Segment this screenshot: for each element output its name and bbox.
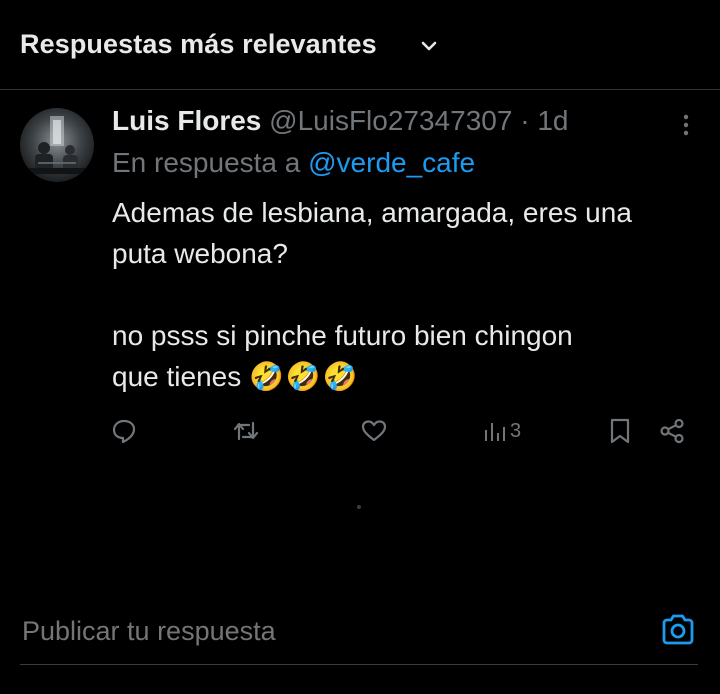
tweet-text: Ademas de lesbiana, amargada, eres una p… bbox=[112, 192, 702, 397]
reply-icon[interactable] bbox=[110, 417, 138, 445]
bookmark-button[interactable] bbox=[608, 416, 632, 446]
views-count: 3 bbox=[510, 419, 522, 442]
reply-button[interactable] bbox=[110, 416, 138, 446]
tweet-text-line: no psss si pinche futuro bien chingon bbox=[112, 320, 573, 351]
reply-prefix: En respuesta a bbox=[112, 147, 301, 178]
tweet-header: Luis Flores @LuisFlo27347307 · 1d bbox=[112, 103, 568, 139]
views-icon[interactable] bbox=[483, 417, 507, 445]
reply-sort-header[interactable]: Respuestas más relevantes bbox=[0, 0, 720, 90]
heart-icon[interactable] bbox=[360, 417, 388, 445]
like-button[interactable] bbox=[360, 416, 388, 446]
laughing-emoji-icon: 🤣🤣🤣 bbox=[249, 361, 360, 392]
author-handle[interactable]: @LuisFlo27347307 bbox=[269, 105, 512, 136]
tweet-text-fragment: que tienes bbox=[112, 361, 242, 392]
reply-input[interactable] bbox=[20, 615, 624, 648]
more-options-icon[interactable] bbox=[676, 110, 696, 140]
reply-context: En respuesta a @verde_cafe bbox=[112, 145, 475, 181]
composer-underline bbox=[20, 664, 698, 665]
tweet-text-line: puta webona? bbox=[112, 238, 288, 269]
retweet-button[interactable] bbox=[231, 416, 261, 446]
loading-indicator bbox=[357, 505, 361, 509]
bookmark-icon[interactable] bbox=[608, 417, 632, 445]
chevron-down-icon[interactable] bbox=[419, 36, 439, 56]
retweet-icon[interactable] bbox=[231, 417, 261, 445]
views-button[interactable]: 3 bbox=[483, 416, 521, 446]
avatar[interactable] bbox=[20, 108, 94, 182]
share-button[interactable] bbox=[658, 416, 686, 446]
separator-dot: · bbox=[520, 105, 530, 136]
camera-icon[interactable] bbox=[660, 612, 696, 648]
author-name[interactable]: Luis Flores bbox=[112, 105, 261, 136]
timestamp[interactable]: 1d bbox=[537, 105, 568, 136]
share-icon[interactable] bbox=[658, 417, 686, 445]
tweet-text-line: que tienes 🤣🤣🤣 bbox=[112, 356, 702, 397]
sort-label[interactable]: Respuestas más relevantes bbox=[20, 29, 377, 60]
tweet-text-line: Ademas de lesbiana, amargada, eres una bbox=[112, 197, 632, 228]
reply-mention-link[interactable]: @verde_cafe bbox=[308, 147, 475, 178]
reply-composer bbox=[0, 595, 720, 694]
